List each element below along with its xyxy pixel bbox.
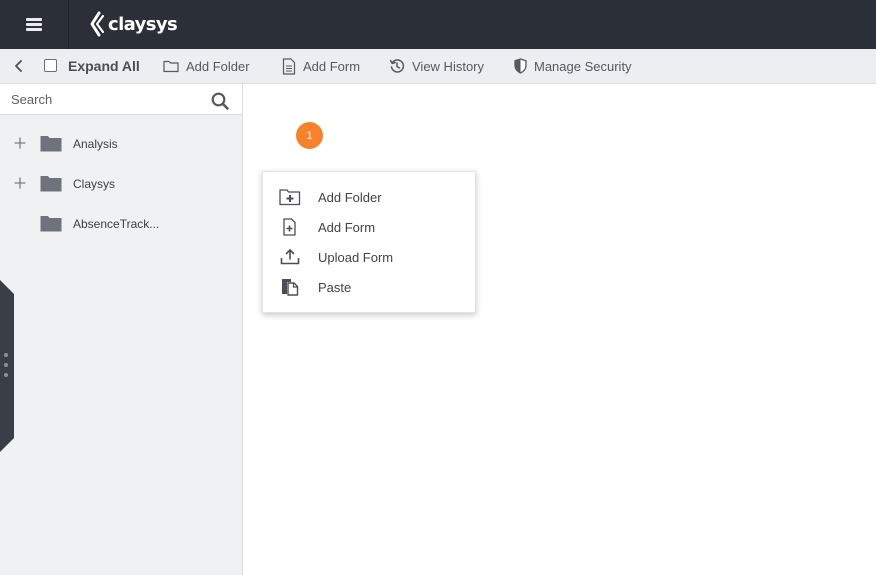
expand-plus-icon[interactable] xyxy=(13,176,27,190)
folder-icon xyxy=(40,176,62,192)
context-menu-label: Paste xyxy=(318,280,352,295)
upload-icon xyxy=(280,249,300,265)
expand-plus-icon[interactable] xyxy=(13,136,27,150)
context-menu-add-folder[interactable]: Add Folder xyxy=(263,184,475,210)
app-logo[interactable]: claysys xyxy=(88,10,178,38)
context-menu-label: Add Folder xyxy=(318,190,382,205)
context-menu-add-form[interactable]: Add Form xyxy=(263,214,475,240)
menu-button[interactable] xyxy=(0,0,69,49)
folder-plus-icon xyxy=(279,189,301,206)
search-box xyxy=(0,84,242,115)
top-bar: claysys xyxy=(0,0,876,49)
expand-all-checkbox[interactable] xyxy=(44,59,57,72)
document-icon xyxy=(282,57,296,75)
add-form-button[interactable]: Add Form xyxy=(282,56,360,76)
context-menu-upload-form[interactable]: Upload Form xyxy=(263,244,475,270)
tree-item-claysys[interactable]: Claysys xyxy=(0,173,242,197)
shield-icon xyxy=(514,58,527,74)
back-chevron-icon[interactable] xyxy=(11,58,27,74)
add-form-label: Add Form xyxy=(303,58,361,74)
tree-item-label: AbsenceTrack... xyxy=(73,217,160,231)
toolbar: Expand All Add Folder Add Form View Hist… xyxy=(0,49,876,84)
context-menu-label: Add Form xyxy=(318,220,376,235)
sidebar-resize-handle[interactable] xyxy=(0,280,14,452)
tree-item-analysis[interactable]: Analysis xyxy=(0,133,242,157)
view-history-label: View History xyxy=(412,58,485,74)
hamburger-icon xyxy=(26,18,42,31)
tree-item-absencetrack[interactable]: AbsenceTrack... xyxy=(0,213,242,237)
folder-icon xyxy=(40,136,62,152)
file-plus-icon xyxy=(283,218,296,236)
view-history-button[interactable]: View History xyxy=(389,56,484,76)
tree-item-label: Claysys xyxy=(73,177,116,191)
tree-item-label: Analysis xyxy=(73,137,118,151)
context-menu-label: Upload Form xyxy=(318,250,394,265)
paste-icon xyxy=(282,279,299,296)
step-badge: 1 xyxy=(296,122,323,149)
manage-security-label: Manage Security xyxy=(534,58,632,74)
claysys-logo-icon xyxy=(90,11,105,37)
history-icon xyxy=(389,59,405,73)
add-folder-label: Add Folder xyxy=(186,58,250,74)
sidebar: Analysis Claysys AbsenceTrack... xyxy=(0,84,243,575)
search-icon[interactable] xyxy=(210,91,230,111)
logo-text: claysys xyxy=(108,13,178,35)
folder-icon xyxy=(40,216,62,232)
expand-all-label[interactable]: Expand All xyxy=(68,58,140,74)
manage-security-button[interactable]: Manage Security xyxy=(514,56,632,76)
context-menu-paste[interactable]: Paste xyxy=(263,274,475,300)
context-menu: Add Folder Add Form Upload Form Paste xyxy=(262,171,476,313)
folder-icon xyxy=(163,60,179,73)
search-input[interactable] xyxy=(0,84,205,114)
add-folder-button[interactable]: Add Folder xyxy=(163,56,250,76)
